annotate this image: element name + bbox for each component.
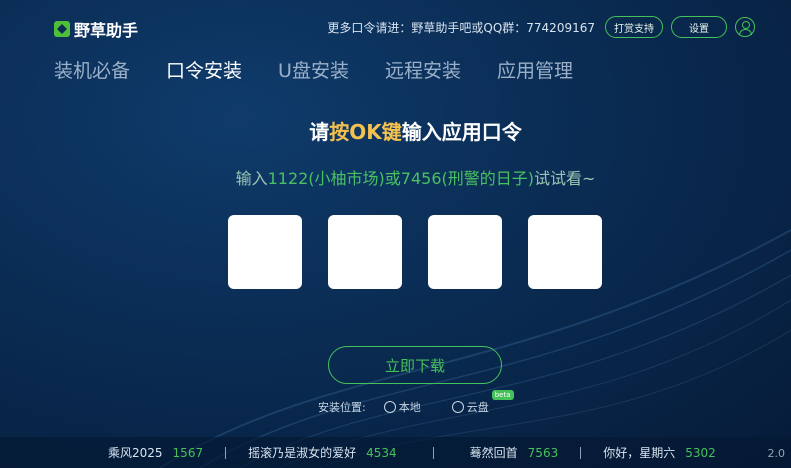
ticker-name: 蓦然回首: [469, 446, 518, 460]
download-button[interactable]: 立即下载: [328, 346, 502, 384]
app-logo: 野草助手: [54, 17, 138, 41]
tab-remote-install[interactable]: 远程安装: [385, 56, 461, 83]
settings-button[interactable]: 设置: [671, 16, 727, 38]
ticker-name: 你好，星期六: [603, 446, 676, 460]
title-prefix: 请: [309, 120, 330, 144]
install-location: 安装位置: 本地 云盘 beta: [318, 390, 514, 415]
footer-ticker: 乘风2025 1567 摇滚乃是淑女的爱好 4534 蓦然回首 7563 你好，…: [0, 437, 791, 468]
tab-code-install[interactable]: 口令安装: [166, 56, 242, 83]
main-tabs: 装机必备 口令安装 U盘安装 远程安装 应用管理: [54, 56, 573, 83]
ticker-item[interactable]: 乘风2025 1567: [108, 444, 203, 461]
app-name: 野草助手: [74, 21, 139, 40]
code-digit-2[interactable]: [328, 215, 402, 289]
tab-usb-install[interactable]: U盘安装: [278, 56, 349, 83]
code-digit-1[interactable]: [228, 215, 302, 289]
ticker-item[interactable]: 你好，星期六 5302: [603, 444, 716, 461]
ticker-divider: [432, 446, 434, 459]
ticker-divider: [580, 446, 582, 459]
header-actions: 更多口令请进：野草助手吧或QQ群：774209167 打赏支持 设置: [327, 16, 755, 38]
header-info: 更多口令请进：野草助手吧或QQ群：774209167: [327, 20, 595, 35]
user-icon[interactable]: [735, 17, 755, 37]
ticker-count: 1567: [172, 445, 204, 460]
install-location-label: 安装位置:: [318, 401, 366, 414]
radio-cloud[interactable]: 云盘 beta: [451, 390, 514, 415]
code-digit-3[interactable]: [428, 215, 502, 289]
hint-codes: 1122(小柚市场)或7456(刑警的日子): [267, 169, 534, 188]
version-label: 2.0: [767, 447, 786, 460]
beta-badge: beta: [491, 390, 514, 400]
tab-app-management[interactable]: 应用管理: [497, 56, 573, 83]
radio-local[interactable]: 本地: [383, 399, 421, 415]
ticker-count: 4534: [366, 445, 397, 460]
code-input-group: [228, 215, 602, 289]
ticker-count: 7563: [527, 445, 559, 460]
code-digit-4[interactable]: [528, 215, 602, 289]
radio-cloud-label: 云盘: [466, 401, 489, 414]
radio-cloud-circle[interactable]: [451, 401, 464, 413]
title-suffix: 输入应用口令: [401, 120, 522, 144]
code-hint: 输入1122(小柚市场)或7456(刑警的日子)试试看~: [0, 165, 791, 189]
tab-essentials[interactable]: 装机必备: [54, 56, 130, 83]
ticker-divider: [225, 446, 227, 459]
radio-local-label: 本地: [398, 401, 421, 414]
ticker-item[interactable]: 摇滚乃是淑女的爱好 4534: [248, 444, 397, 461]
support-button[interactable]: 打赏支持: [605, 16, 663, 38]
ticker-count: 5302: [685, 445, 716, 460]
ticker-item[interactable]: 蓦然回首 7563: [470, 444, 559, 461]
hint-prefix: 输入: [235, 169, 268, 188]
hint-suffix: 试试看~: [534, 169, 596, 188]
page-title: 请按OK键输入应用口令: [0, 116, 791, 145]
logo-icon: [54, 21, 70, 37]
ticker-name: 摇滚乃是淑女的爱好: [248, 446, 357, 460]
ticker-name: 乘风2025: [108, 446, 163, 460]
radio-local-circle[interactable]: [383, 401, 396, 413]
title-highlight: 按OK键: [329, 120, 402, 144]
